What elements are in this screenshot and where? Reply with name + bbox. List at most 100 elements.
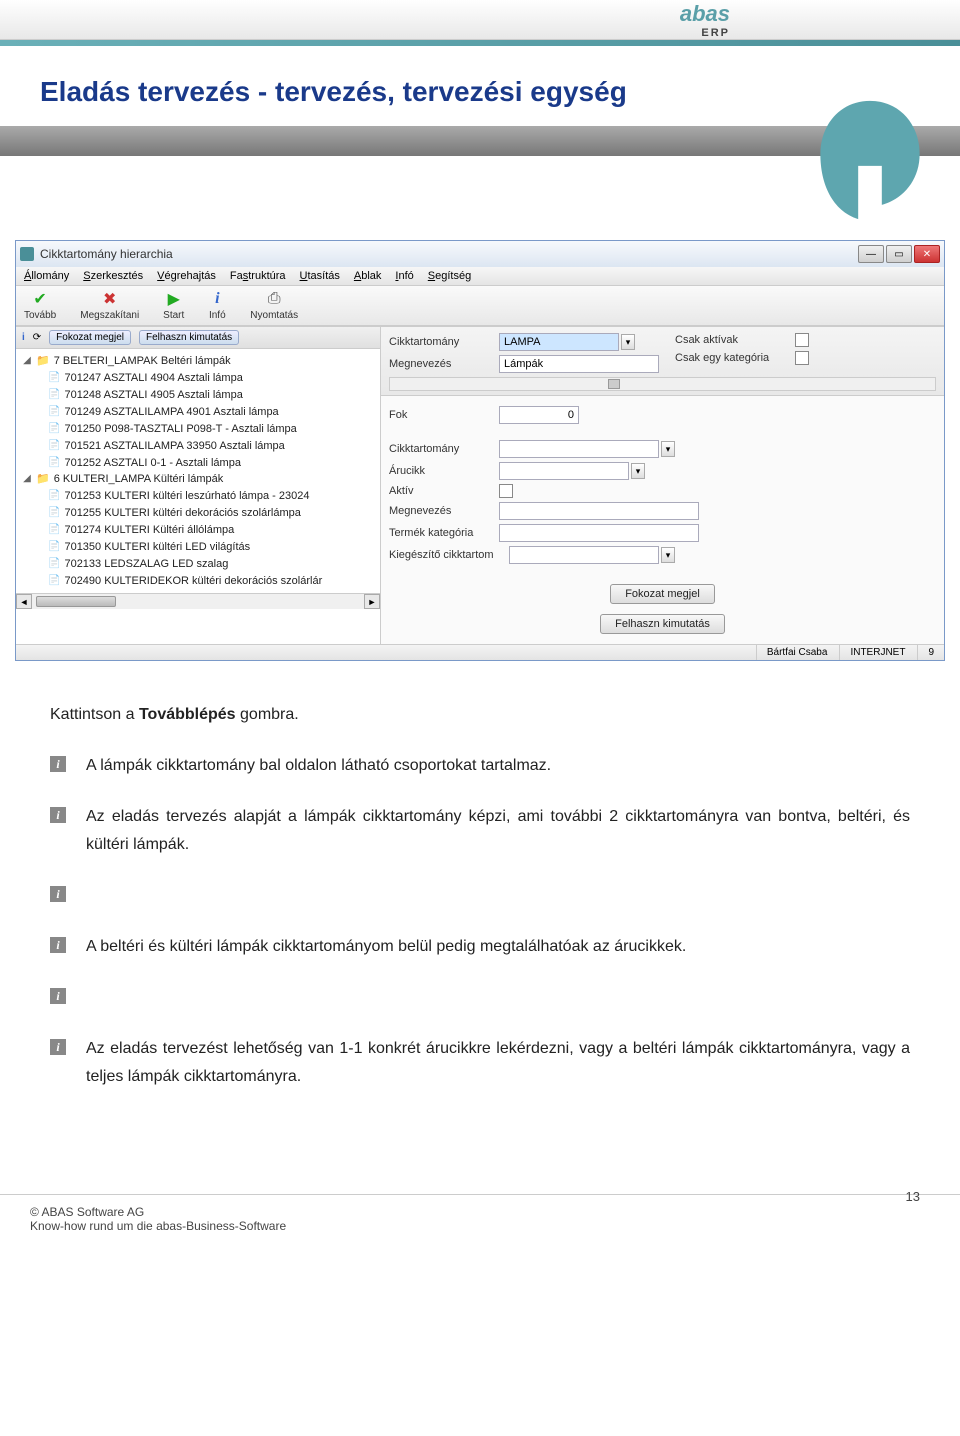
close-button[interactable]: ✕ xyxy=(914,245,940,263)
statusbar: Bártfai Csaba INTERJNET 9 xyxy=(16,644,944,660)
lookup-icon[interactable]: ▾ xyxy=(631,463,645,479)
info-bullet-icon: i xyxy=(50,988,66,1004)
menu-segitseg[interactable]: Segítség xyxy=(428,270,471,282)
doc-p1a: Kattintson a xyxy=(50,706,139,723)
megnevezes2-label: Megnevezés xyxy=(389,505,499,517)
cikktartomany2-input[interactable] xyxy=(499,440,659,458)
megnevezes2-input[interactable] xyxy=(499,502,699,520)
tree-item[interactable]: 701252 ASZTALI 0-1 - Asztali lámpa xyxy=(48,454,378,471)
status-net: INTERJNET xyxy=(839,645,915,660)
toggle-fokozat[interactable]: Fokozat megjel xyxy=(49,330,131,345)
info-line-2: i Az eladás tervezés alapját a lámpák ci… xyxy=(50,803,910,857)
menu-szerkesztes[interactable]: Szerkesztés xyxy=(83,270,143,282)
kiegeszito-label: Kiegészítő cikktartom xyxy=(389,549,509,561)
megnevezes-input[interactable] xyxy=(499,355,659,373)
hierarchy-tree[interactable]: ◢7 BELTERI_LAMPAK Beltéri lámpák701247 A… xyxy=(16,349,380,593)
info-icon: i xyxy=(208,290,226,308)
form-details: Cikktartomány▾ Árucikk▾ Aktív Megnevezés… xyxy=(381,430,944,570)
tree-item[interactable]: 701253 KULTERI kültéri leszúrható lámpa … xyxy=(48,487,378,504)
info-line-4: i A beltéri és kültéri lámpák cikktartom… xyxy=(50,933,910,960)
csak-aktivak-checkbox[interactable] xyxy=(795,333,809,347)
tree-item[interactable]: 701255 KULTERI kültéri dekorációs szolár… xyxy=(48,504,378,521)
page-number: 13 xyxy=(906,1189,920,1204)
maximize-button[interactable]: ▭ xyxy=(886,245,912,263)
doc-p1c: gombra. xyxy=(236,706,299,723)
form-middle: Fok xyxy=(381,396,944,430)
start-button[interactable]: ▶Start xyxy=(163,290,184,321)
toolbar: ✔Tovább ✖Megszakítani ▶Start i Infó ⎙Nyom… xyxy=(16,286,944,326)
termek-kategoria-input[interactable] xyxy=(499,524,699,542)
menu-info[interactable]: Infó xyxy=(395,270,413,282)
menu-utasitas[interactable]: Utasítás xyxy=(300,270,340,282)
tree-toolbar: i ⟳ Fokozat megjel Felhaszn kimutatás xyxy=(16,327,380,349)
cikktartomany-label: Cikktartomány xyxy=(389,336,499,348)
refresh-small-icon[interactable]: ⟳ xyxy=(33,332,41,343)
toggle-felhaszn[interactable]: Felhaszn kimutatás xyxy=(139,330,239,345)
tree-item[interactable]: 702133 LEDSZALAG LED szalag xyxy=(48,555,378,572)
status-num: 9 xyxy=(917,645,944,660)
csak-egy-kategoria-label: Csak egy kategória xyxy=(675,352,795,364)
watermark-logo xyxy=(810,95,930,225)
menu-allomany[interactable]: Állomány xyxy=(24,270,69,282)
button-row-2: Felhaszn kimutatás xyxy=(381,608,944,644)
page-header: abas ERP Eladás tervezés - tervezés, ter… xyxy=(0,0,960,200)
tree-item[interactable]: 701274 KULTERI Kültéri állólámpa xyxy=(48,521,378,538)
menu-vegrehajtas[interactable]: Végrehajtás xyxy=(157,270,216,282)
fokozat-button[interactable]: Fokozat megjel xyxy=(610,584,715,604)
lookup-icon[interactable]: ▾ xyxy=(661,547,675,563)
csak-egy-kategoria-checkbox[interactable] xyxy=(795,351,809,365)
info-line-1: i A lámpák cikktartomány bal oldalon lát… xyxy=(50,752,910,779)
aktiv-label: Aktív xyxy=(389,485,499,497)
body-panes: i ⟳ Fokozat megjel Felhaszn kimutatás ◢7… xyxy=(16,326,944,644)
aktiv-checkbox[interactable] xyxy=(499,484,513,498)
lookup-icon[interactable]: ▾ xyxy=(661,441,675,457)
form-top: Cikktartomány ▾ Megnevezés Csak aktívak xyxy=(381,327,944,396)
print-label: Nyomtatás xyxy=(250,310,298,321)
cikktartomany-input[interactable] xyxy=(499,333,619,351)
page-footer: 13 © ABAS Software AG Know-how rund um d… xyxy=(0,1194,960,1253)
interrupt-label: Megszakítani xyxy=(80,310,139,321)
tree-item[interactable]: 701247 ASZTALI 4904 Asztali lámpa xyxy=(48,369,378,386)
info-label: Infó xyxy=(209,310,226,321)
page-title: Eladás tervezés - tervezés, tervezési eg… xyxy=(40,76,920,108)
felhaszn-button[interactable]: Felhaszn kimutatás xyxy=(600,614,725,634)
form-hscrollbar[interactable] xyxy=(389,377,936,391)
menu-ablak[interactable]: Ablak xyxy=(354,270,382,282)
status-user: Bártfai Csaba xyxy=(756,645,838,660)
brand-bar: abas ERP xyxy=(0,0,960,40)
tree-item[interactable]: 701249 ASZTALILAMPA 4901 Asztali lámpa xyxy=(48,403,378,420)
app-window: Cikktartomány hierarchia — ▭ ✕ Állomány … xyxy=(15,240,945,661)
tree-folder[interactable]: ◢7 BELTERI_LAMPAK Beltéri lámpák xyxy=(22,353,378,369)
fok-label: Fok xyxy=(389,409,499,421)
tree-item[interactable]: 701250 P098-TASZTALI P098-T - Asztali lá… xyxy=(48,420,378,437)
fok-input[interactable] xyxy=(499,406,579,424)
interrupt-button[interactable]: ✖Megszakítani xyxy=(80,290,139,321)
arucikk-input[interactable] xyxy=(499,462,629,480)
doc-blank xyxy=(86,882,910,909)
info-line-5: i xyxy=(50,984,910,1011)
document-body: Kattintson a Továbblépés gombra. i A lám… xyxy=(0,661,960,1134)
tree-item[interactable]: 701521 ASZTALILAMPA 33950 Asztali lámpa xyxy=(48,437,378,454)
doc-p1b: Továbblépés xyxy=(139,706,236,723)
scroll-thumb[interactable] xyxy=(36,596,116,607)
tree-hscrollbar[interactable]: ◄ ► xyxy=(16,593,380,609)
tree-item[interactable]: 701248 ASZTALI 4905 Asztali lámpa xyxy=(48,386,378,403)
kiegeszito-input[interactable] xyxy=(509,546,659,564)
termek-kategoria-label: Termék kategória xyxy=(389,527,499,539)
info-bullet-icon: i xyxy=(50,756,66,772)
print-button[interactable]: ⎙Nyomtatás xyxy=(250,290,298,321)
continue-button[interactable]: ✔Tovább xyxy=(24,290,56,321)
play-icon: ▶ xyxy=(165,290,183,308)
megnevezes-label: Megnevezés xyxy=(389,358,499,370)
tree-item[interactable]: 701350 KULTERI kültéri LED világítás xyxy=(48,538,378,555)
info-small-icon[interactable]: i xyxy=(22,332,25,343)
minimize-button[interactable]: — xyxy=(858,245,884,263)
lookup-icon[interactable]: ▾ xyxy=(621,334,635,350)
menu-fastruktura[interactable]: Fastruktúra xyxy=(230,270,286,282)
tree-folder[interactable]: ◢6 KULTERI_LAMPA Kültéri lámpák xyxy=(22,471,378,487)
scroll-left-arrow[interactable]: ◄ xyxy=(16,594,32,609)
continue-label: Tovább xyxy=(24,310,56,321)
info-button[interactable]: i Infó xyxy=(208,290,226,321)
scroll-right-arrow[interactable]: ► xyxy=(364,594,380,609)
tree-item[interactable]: 702490 KULTERIDEKOR kültéri dekorációs s… xyxy=(48,572,378,589)
